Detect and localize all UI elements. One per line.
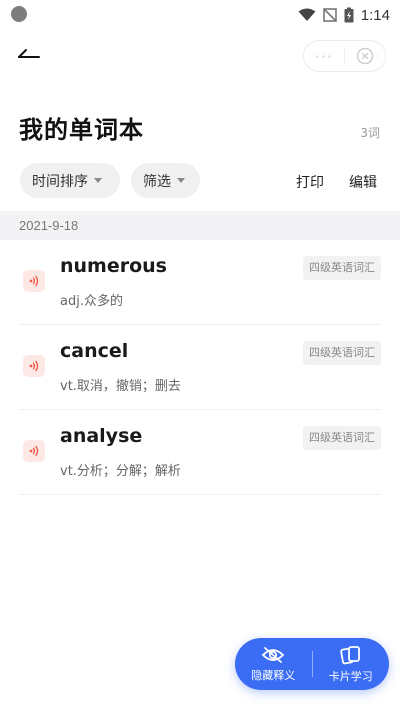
word-tag: 四级英语词汇 <box>303 426 381 450</box>
filter-dropdown[interactable]: 筛选 <box>131 163 200 198</box>
list-item[interactable]: numerous adj.众多的 四级英语词汇 <box>19 240 381 325</box>
sort-dropdown[interactable]: 时间排序 <box>20 163 120 198</box>
wifi-icon <box>298 8 316 21</box>
close-circle-icon <box>356 47 374 65</box>
sort-label: 时间排序 <box>32 173 88 190</box>
page-title: 我的单词本 <box>19 116 144 144</box>
no-signal-icon <box>322 8 337 22</box>
list-item[interactable]: analyse vt.分析；分解；解析 四级英语词汇 <box>19 410 381 495</box>
status-time: 1:14 <box>360 6 390 24</box>
filter-label: 筛选 <box>143 173 171 190</box>
date-group-header: 2021-9-18 <box>0 211 400 240</box>
speaker-icon <box>29 445 39 457</box>
speaker-icon <box>29 360 39 372</box>
battery-charging-icon <box>344 7 354 23</box>
word-meaning: vt.取消，撤销；删去 <box>60 379 181 394</box>
word-text: analyse <box>60 425 143 447</box>
hide-meaning-button[interactable]: 隐藏释义 <box>235 638 312 690</box>
status-bar: 1:14 <box>0 0 400 30</box>
word-count: 3词 <box>360 126 380 140</box>
word-text: numerous <box>60 255 167 277</box>
speaker-button[interactable] <box>23 355 45 377</box>
close-button[interactable] <box>345 41 385 71</box>
eye-hidden-icon <box>261 646 285 663</box>
card-study-button[interactable]: 卡片学习 <box>313 638 390 690</box>
word-meaning: adj.众多的 <box>60 294 123 309</box>
edit-button[interactable]: 编辑 <box>349 172 377 192</box>
print-button[interactable]: 打印 <box>296 172 324 192</box>
notification-dot-icon <box>11 6 27 22</box>
word-list: numerous adj.众多的 四级英语词汇 cancel vt.取消，撤销；… <box>0 240 400 495</box>
back-arrow-icon[interactable] <box>16 44 42 64</box>
word-text: cancel <box>60 340 129 362</box>
list-item[interactable]: cancel vt.取消，撤销；删去 四级英语词汇 <box>19 325 381 410</box>
word-tag: 四级英语词汇 <box>303 341 381 365</box>
speaker-button[interactable] <box>23 440 45 462</box>
word-meaning: vt.分析；分解；解析 <box>60 464 181 479</box>
miniprogram-capsule: ··· <box>303 40 386 72</box>
speaker-icon <box>29 275 39 287</box>
speaker-button[interactable] <box>23 270 45 292</box>
cards-icon <box>340 645 360 664</box>
word-tag: 四级英语词汇 <box>303 256 381 280</box>
caret-down-icon <box>177 178 185 183</box>
card-study-label: 卡片学习 <box>328 669 373 683</box>
caret-down-icon <box>94 178 102 183</box>
floating-action-bar: 隐藏释义 卡片学习 <box>235 638 389 690</box>
status-icons: 1:14 <box>298 5 390 25</box>
more-menu-button[interactable]: ··· <box>304 41 344 71</box>
hide-meaning-label: 隐藏释义 <box>251 668 296 682</box>
